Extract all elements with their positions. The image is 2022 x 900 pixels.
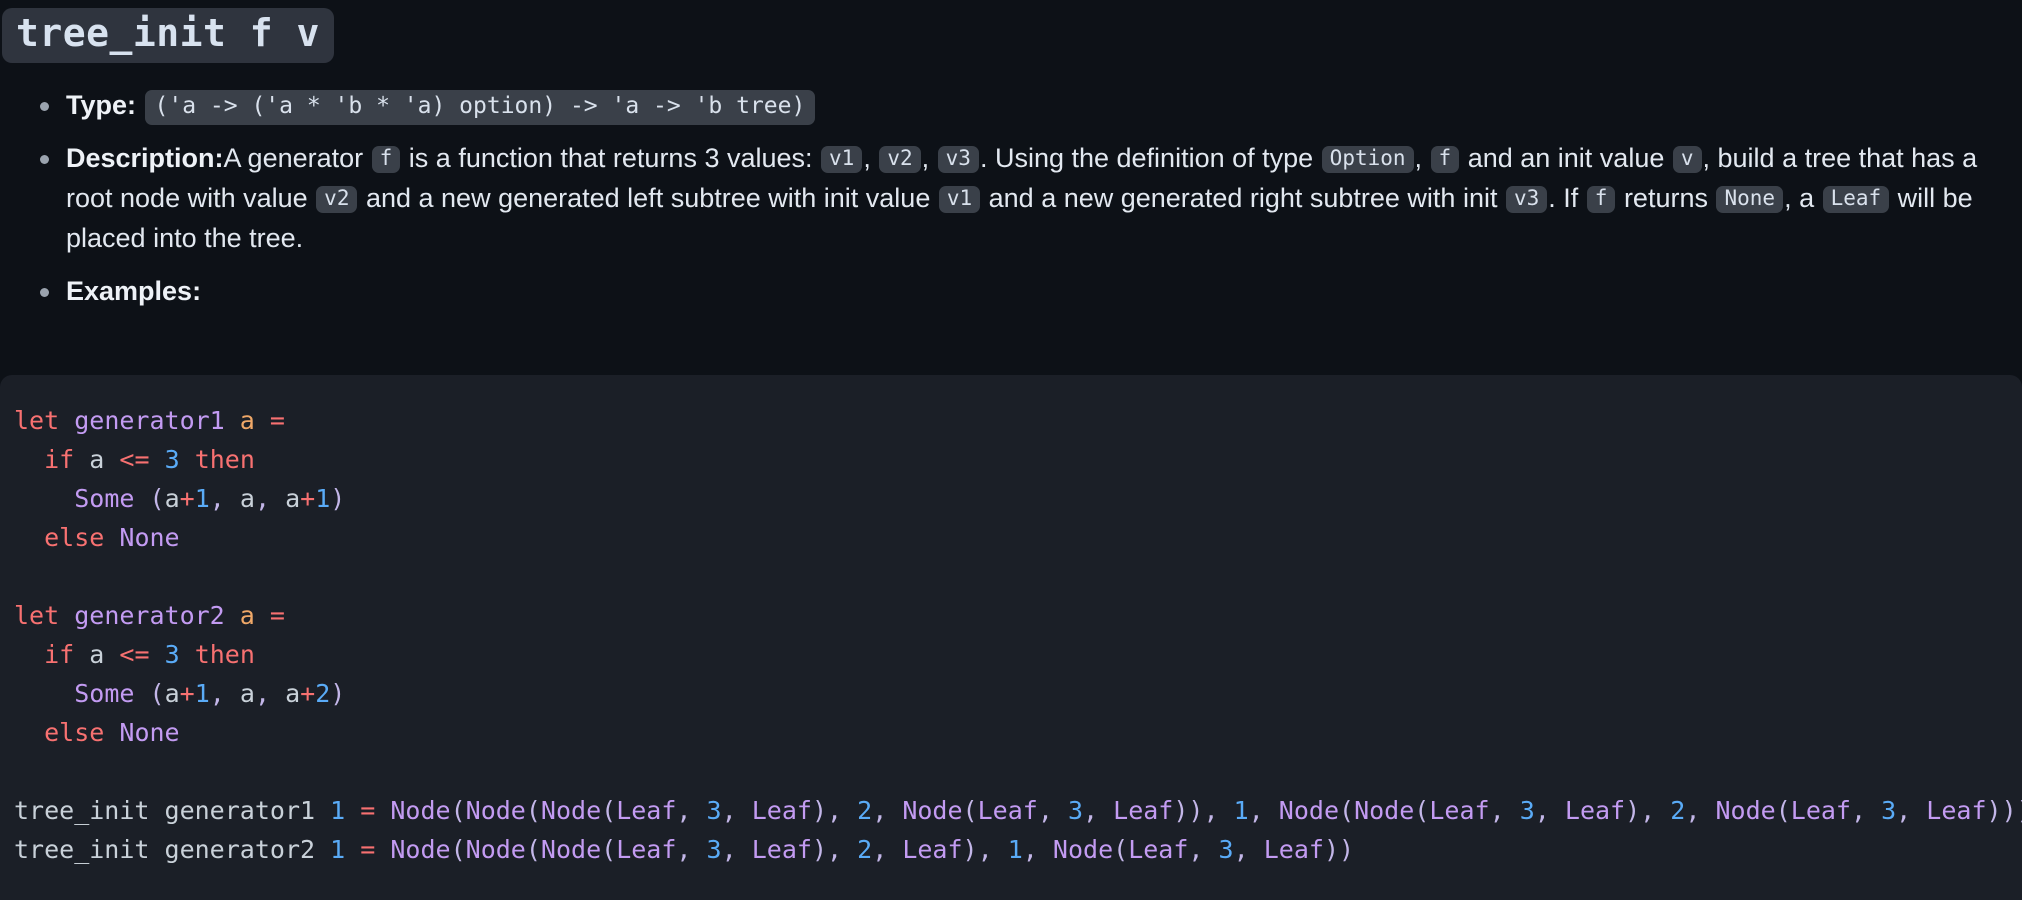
description-text-10: and a new generated right subtree with i… <box>981 183 1505 213</box>
page-title: tree_init f v <box>2 8 334 63</box>
code-chip-v1-2: v1 <box>939 186 980 213</box>
description-text-1: A generator <box>224 143 371 173</box>
code-chip-f-1: f <box>372 146 401 173</box>
description-text-9: and a new generated left subtree with in… <box>358 183 937 213</box>
description-text-3: , <box>863 143 878 173</box>
documentation-page: tree_init f v Type: ('a -> ('a * 'b * 'a… <box>0 0 2022 900</box>
type-label: Type: <box>66 90 136 120</box>
code-content: let generator1 a = if a <= 3 then Some (… <box>0 401 2022 869</box>
example-code-block: let generator1 a = if a <= 3 then Some (… <box>0 375 2022 900</box>
type-signature-code: ('a -> ('a * 'b * 'a) option) -> 'a -> '… <box>145 90 816 125</box>
code-chip-v3-1: v3 <box>938 146 979 173</box>
examples-label: Examples: <box>66 276 201 306</box>
description-text-4: , <box>922 143 937 173</box>
description-text-2: is a function that returns 3 values: <box>401 143 820 173</box>
type-bullet: Type: ('a -> ('a * 'b * 'a) option) -> '… <box>0 85 2022 125</box>
code-chip-leaf: Leaf <box>1823 186 1890 213</box>
code-chip-v: v <box>1673 146 1702 173</box>
code-chip-v1-1: v1 <box>821 146 862 173</box>
examples-bullet: Examples: <box>0 271 2022 311</box>
description-text-13: , a <box>1784 183 1822 213</box>
code-chip-v3-2: v3 <box>1506 186 1547 213</box>
page-title-container: tree_init f v <box>0 0 2022 63</box>
code-chip-f-2: f <box>1431 146 1460 173</box>
description-label: Description: <box>66 143 224 173</box>
description-text-6: , <box>1415 143 1430 173</box>
code-chip-f-3: f <box>1587 186 1616 213</box>
code-chip-v2-1: v2 <box>879 146 920 173</box>
spec-bullet-list: Type: ('a -> ('a * 'b * 'a) option) -> '… <box>0 85 2022 311</box>
code-chip-v2-2: v2 <box>316 186 357 213</box>
description-text-11: . If <box>1548 183 1586 213</box>
code-chip-option: Option <box>1322 146 1414 173</box>
description-text-7: and an init value <box>1460 143 1672 173</box>
description-bullet: Description:A generator f is a function … <box>0 138 2022 258</box>
description-text-5: . Using the definition of type <box>980 143 1321 173</box>
description-text-12: returns <box>1616 183 1715 213</box>
code-chip-none: None <box>1716 186 1783 213</box>
